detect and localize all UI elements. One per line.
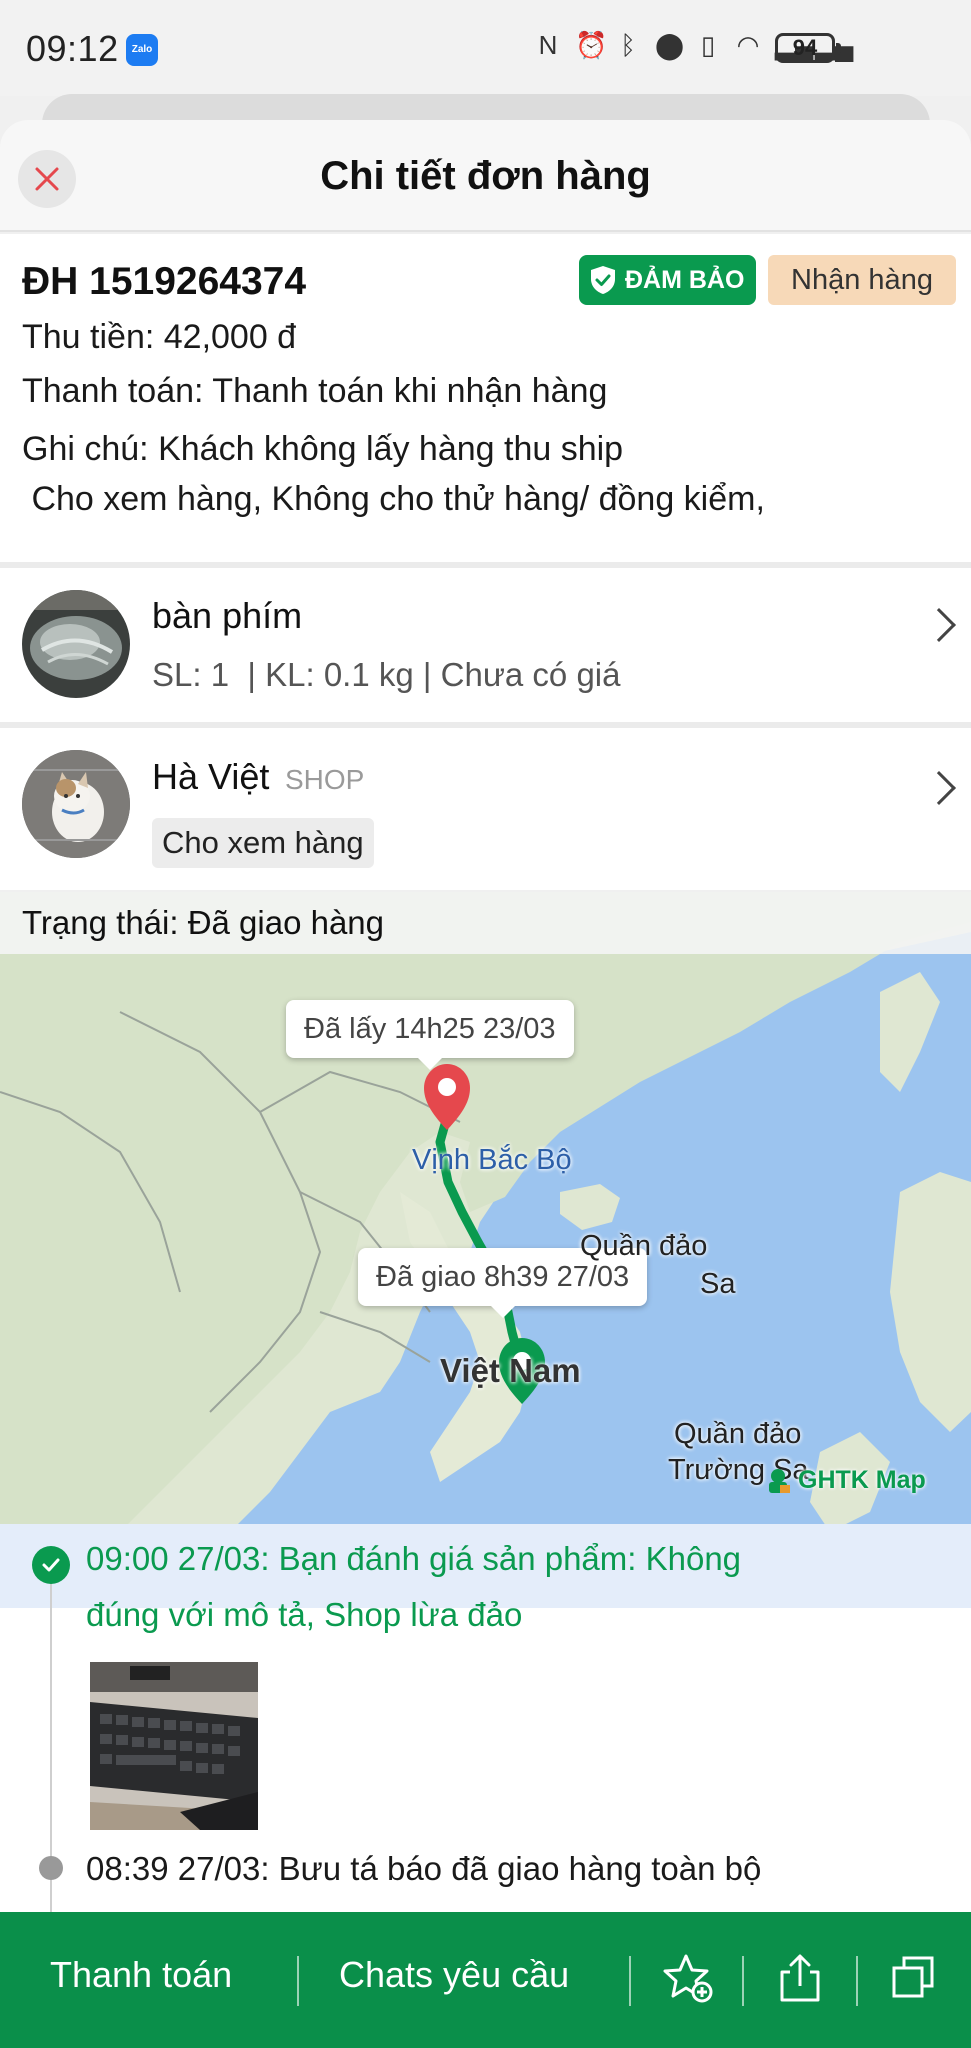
bluetooth-icon: ᛒ: [620, 30, 636, 60]
payment-button[interactable]: Thanh toán: [50, 1954, 232, 1996]
alarm-icon: ⏰: [575, 30, 608, 60]
timeline-event-delivered: 08:39 27/03: Bưu tá báo đã giao hàng toà…: [86, 1850, 762, 1887]
map-label-spratly-1: Quần đảo: [674, 1418, 802, 1450]
chat-request-button[interactable]: Chats yêu cầu: [339, 1954, 569, 1996]
product-name: bàn phím: [152, 595, 303, 636]
shield-check-icon: [591, 266, 615, 294]
separator: [856, 1956, 858, 2006]
status-badge: Nhận hàng: [768, 255, 956, 305]
wifi-icon: ◠: [736, 30, 760, 60]
nfc-icon: N: [538, 30, 558, 60]
review-photo[interactable]: [90, 1662, 258, 1830]
guarantee-badge-label: ĐẢM BẢO: [625, 265, 745, 294]
delivery-map[interactable]: Trạng thái: Đã giao hàng Đã lấy 14h25 23…: [0, 892, 971, 1608]
battery-icon: 94: [775, 33, 841, 63]
product-meta: SL: 1 | KL: 0.1 kg | Chưa có giá: [152, 656, 621, 693]
copy-icon: [892, 1956, 934, 1998]
shop-name: Hà Việt: [152, 756, 270, 797]
check-circle-icon: [32, 1546, 70, 1584]
timeline-dot: [39, 1856, 63, 1880]
map-attribution-label: GHTK Map: [798, 1466, 926, 1494]
share-button[interactable]: [772, 1950, 828, 2006]
vibrate-icon: ▯: [700, 30, 716, 60]
product-row[interactable]: bàn phím SL: 1 | KL: 0.1 kg | Chưa có gi…: [0, 568, 971, 722]
order-id: ĐH 1519264374: [22, 260, 307, 303]
separator: [297, 1956, 299, 2006]
timeline-event-review-line-1: 09:00 27/03: Bạn đánh giá sản phẩm: Khôn…: [86, 1540, 742, 1577]
cod-amount: Thu tiền: 42,000 đ: [22, 318, 297, 356]
shop-tag: SHOP: [285, 764, 365, 795]
share-icon: [780, 1954, 820, 2002]
guarantee-badge: ĐẢM BẢO: [579, 255, 756, 305]
chevron-right-icon: [922, 608, 956, 642]
order-note-line-1: Ghi chú: Khách không lấy hàng thu ship: [22, 430, 624, 468]
pickup-tooltip: Đã lấy 14h25 23/03: [286, 1000, 574, 1070]
bottom-action-bar: Thanh toán Chats yêu cầu: [0, 1912, 971, 2048]
shop-note-chip: Cho xem hàng: [152, 818, 374, 868]
map-attribution: GHTK Map: [764, 1466, 926, 1495]
map-label-gulf: Vịnh Bắc Bộ: [412, 1144, 572, 1176]
shop-avatar: [22, 750, 130, 858]
product-thumbnail: [22, 590, 130, 698]
page-header: Chi tiết đơn hàng: [0, 120, 971, 232]
order-status: Trạng thái: Đã giao hàng: [22, 904, 385, 941]
order-note-line-2: Cho xem hàng, Không cho thử hàng/ đồng k…: [22, 480, 765, 518]
status-time: 09:12: [26, 28, 119, 69]
separator: [742, 1956, 744, 2006]
map-label-paracel-1: Quần đảo: [580, 1230, 708, 1262]
map-label-vietnam: Việt Nam: [440, 1352, 581, 1389]
timeline-event-review-line-2: đúng với mô tả, Shop lừa đảo: [86, 1596, 523, 1633]
map-label-paracel-2: Sa: [700, 1268, 736, 1300]
zalo-notification-icon: Zalo: [126, 34, 158, 66]
page-title: Chi tiết đơn hàng: [320, 154, 651, 198]
shop-row[interactable]: Hà Việt SHOP Cho xem hàng: [0, 728, 971, 890]
order-timeline: 09:00 27/03: Bạn đánh giá sản phẩm: Khôn…: [0, 1524, 971, 1916]
payment-method: Thanh toán: Thanh toán khi nhận hàng: [22, 372, 608, 410]
rate-star-button[interactable]: [660, 1950, 716, 2006]
copy-button[interactable]: [886, 1950, 942, 2006]
status-bar: 09:12 Zalo N ⏰ ᛒ ⬤ ▯ ◠ ▂▄ ▂▄ 94: [0, 0, 971, 96]
order-info: ĐH 1519264374 ĐẢM BẢO Nhận hàng Thu tiền…: [0, 234, 971, 562]
chevron-right-icon: [922, 771, 956, 805]
separator: [629, 1956, 631, 2006]
ghtk-logo-icon: [769, 1468, 790, 1493]
location-icon: ⬤: [655, 30, 685, 60]
order-status-strip: Trạng thái: Đã giao hàng: [0, 892, 971, 954]
star-plus-icon: [663, 1954, 713, 2003]
